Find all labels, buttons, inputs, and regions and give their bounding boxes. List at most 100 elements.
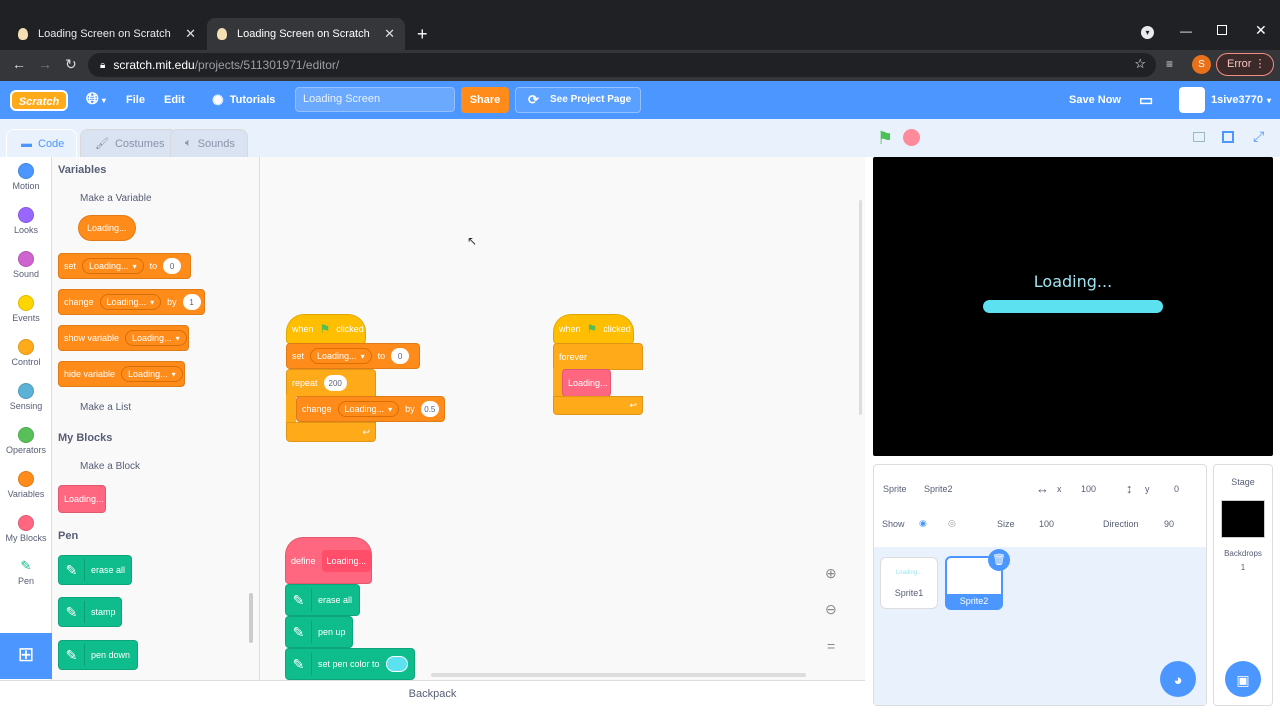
share-button[interactable]: Share (461, 87, 509, 113)
scratch-logo[interactable]: Scratch (10, 90, 68, 111)
bookmark-star-icon[interactable]: ☆ (1134, 56, 1146, 72)
zoom-out-icon[interactable]: ⊖ (825, 601, 837, 618)
back-icon[interactable]: ← (12, 56, 26, 72)
fullscreen-icon[interactable]: ⤢ (1253, 128, 1264, 145)
number-input[interactable]: 1 (182, 294, 201, 310)
zoom-in-icon[interactable]: ⊕ (825, 565, 837, 582)
address-bar[interactable]: 🔒︎ scratch.mit.edu /projects/511301971/e… (88, 53, 1156, 77)
workspace-vertical-scrollbar[interactable] (859, 200, 862, 415)
account-menu[interactable]: 1sive3770 ▾ (1179, 81, 1271, 119)
set-variable-block[interactable]: set Loading... to 0 (58, 253, 191, 279)
browser-tab-active[interactable]: Loading Screen on Scratch ✕ (207, 18, 405, 50)
variable-dropdown[interactable]: Loading... (121, 366, 183, 382)
number-input[interactable]: 0 (163, 258, 182, 274)
project-title-input[interactable]: Loading Screen (295, 87, 455, 112)
window-close-icon[interactable]: ✕ (1255, 22, 1267, 39)
color-swatch-input[interactable] (385, 656, 408, 672)
add-sprite-button[interactable]: ◕ (1160, 661, 1196, 697)
tutorials-button[interactable]: ✺ Tutorials (212, 81, 275, 119)
new-tab-button[interactable]: + (417, 24, 428, 45)
set-pen-color-block[interactable]: ✎ set pen color to (285, 648, 415, 680)
make-variable-button[interactable]: Make a Variable (80, 193, 152, 204)
add-extension-button[interactable]: ⊞ (0, 633, 52, 679)
category-events[interactable]: Events (0, 295, 52, 333)
close-icon[interactable]: ✕ (185, 26, 196, 42)
zoom-reset-icon[interactable]: = (827, 638, 835, 654)
category-my-blocks[interactable]: My Blocks (0, 515, 52, 553)
category-control[interactable]: Control (0, 339, 52, 377)
tab-code[interactable]: ▬ Code (6, 129, 78, 157)
variable-dropdown[interactable]: Loading... (99, 294, 162, 310)
variable-reporter-block[interactable]: Loading... (78, 215, 136, 241)
number-input[interactable]: 0.5 (420, 401, 439, 417)
variable-dropdown[interactable]: Loading... (82, 258, 144, 274)
file-menu[interactable]: File (126, 81, 145, 119)
language-button[interactable]: 🌐︎ ▾ (86, 81, 106, 119)
category-variables[interactable]: Variables (0, 471, 52, 509)
stage-canvas[interactable]: Loading... (873, 157, 1273, 456)
show-variable-block[interactable]: show variable Loading... (58, 325, 189, 351)
make-block-button[interactable]: Make a Block (80, 461, 140, 472)
variable-dropdown[interactable]: Loading... (310, 348, 372, 364)
delete-sprite-icon[interactable]: 🗑︎ (988, 549, 1010, 571)
stage-selector[interactable]: Stage Backdrops 1 ▣ (1213, 464, 1273, 706)
when-flag-clicked-hat[interactable]: when ⚑ clicked (286, 314, 366, 344)
custom-block-call[interactable]: Loading... (562, 369, 611, 397)
category-sensing[interactable]: Sensing (0, 383, 52, 421)
custom-block[interactable]: Loading... (58, 485, 106, 513)
define-block[interactable]: define Loading... (285, 537, 372, 584)
tab-search-icon[interactable]: ▾ (1141, 26, 1154, 39)
forever-block[interactable]: forever (553, 343, 643, 370)
number-input[interactable]: 0 (391, 348, 410, 364)
maximize-icon[interactable] (1217, 25, 1227, 35)
x-input[interactable]: 100 (1081, 484, 1096, 494)
variable-dropdown[interactable]: Loading... (125, 330, 187, 346)
category-looks[interactable]: Looks (0, 207, 52, 245)
erase-all-block[interactable]: ✎ erase all (58, 555, 132, 585)
direction-input[interactable]: 90 (1164, 519, 1174, 529)
pen-down-block[interactable]: ✎ pen down (58, 640, 138, 670)
stamp-block[interactable]: ✎ stamp (58, 597, 122, 627)
stop-icon[interactable] (903, 129, 920, 146)
save-now-button[interactable]: Save Now (1069, 81, 1121, 119)
variable-dropdown[interactable]: Loading... (337, 401, 400, 417)
hide-eye-icon[interactable]: ◎ (948, 518, 956, 529)
folder-icon[interactable]: ▭ (1139, 81, 1153, 119)
tab-sounds[interactable]: 🔈︎ Sounds (170, 129, 248, 157)
make-list-button[interactable]: Make a List (80, 402, 131, 413)
normal-stage-icon[interactable] (1222, 131, 1234, 143)
category-motion[interactable]: Motion (0, 163, 52, 201)
sprite-name-input[interactable]: Sprite2 (924, 484, 953, 494)
close-icon[interactable]: ✕ (384, 26, 395, 42)
y-input[interactable]: 0 (1174, 484, 1179, 494)
reload-icon[interactable]: ↻ (65, 56, 77, 73)
edit-menu[interactable]: Edit (164, 81, 185, 119)
media-control-icon[interactable]: ≡ (1166, 57, 1173, 71)
erase-all-block[interactable]: ✎ erase all (285, 584, 360, 616)
small-stage-icon[interactable] (1193, 132, 1205, 142)
workspace-horizontal-scrollbar[interactable] (431, 673, 806, 677)
palette-scrollbar[interactable] (249, 593, 253, 643)
add-backdrop-button[interactable]: ▣ (1225, 661, 1261, 697)
pen-up-block[interactable]: ✎ pen up (285, 616, 353, 648)
forward-icon[interactable]: → (38, 56, 52, 72)
category-pen[interactable]: ✎ Pen (0, 558, 52, 596)
category-operators[interactable]: Operators (0, 427, 52, 465)
browser-tab[interactable]: Loading Screen on Scratch ✕ (8, 18, 206, 50)
change-variable-block[interactable]: change Loading... by 1 (58, 289, 205, 315)
size-input[interactable]: 100 (1039, 519, 1054, 529)
tab-costumes[interactable]: 🖌︎ Costumes (80, 129, 178, 157)
green-flag-icon[interactable]: ⚑ (877, 128, 893, 149)
hide-variable-block[interactable]: hide variable Loading... (58, 361, 185, 387)
script-workspace[interactable]: when⚑clicked setLoading...to0 repeat200 … (260, 157, 865, 680)
category-sound[interactable]: Sound (0, 251, 52, 289)
error-button[interactable]: Error ⋮ (1216, 53, 1274, 76)
change-variable-block[interactable]: change Loading... by 0.5 (296, 396, 445, 422)
set-variable-block[interactable]: set Loading... to 0 (286, 343, 420, 369)
repeat-block[interactable]: repeat 200 (286, 369, 376, 397)
profile-avatar[interactable]: S (1192, 55, 1211, 74)
show-eye-icon[interactable]: ◉ (919, 518, 927, 529)
see-project-page-button[interactable]: ⟳ See Project Page (515, 87, 641, 113)
backpack-bar[interactable]: Backpack (0, 680, 865, 706)
number-input[interactable]: 200 (323, 375, 347, 391)
